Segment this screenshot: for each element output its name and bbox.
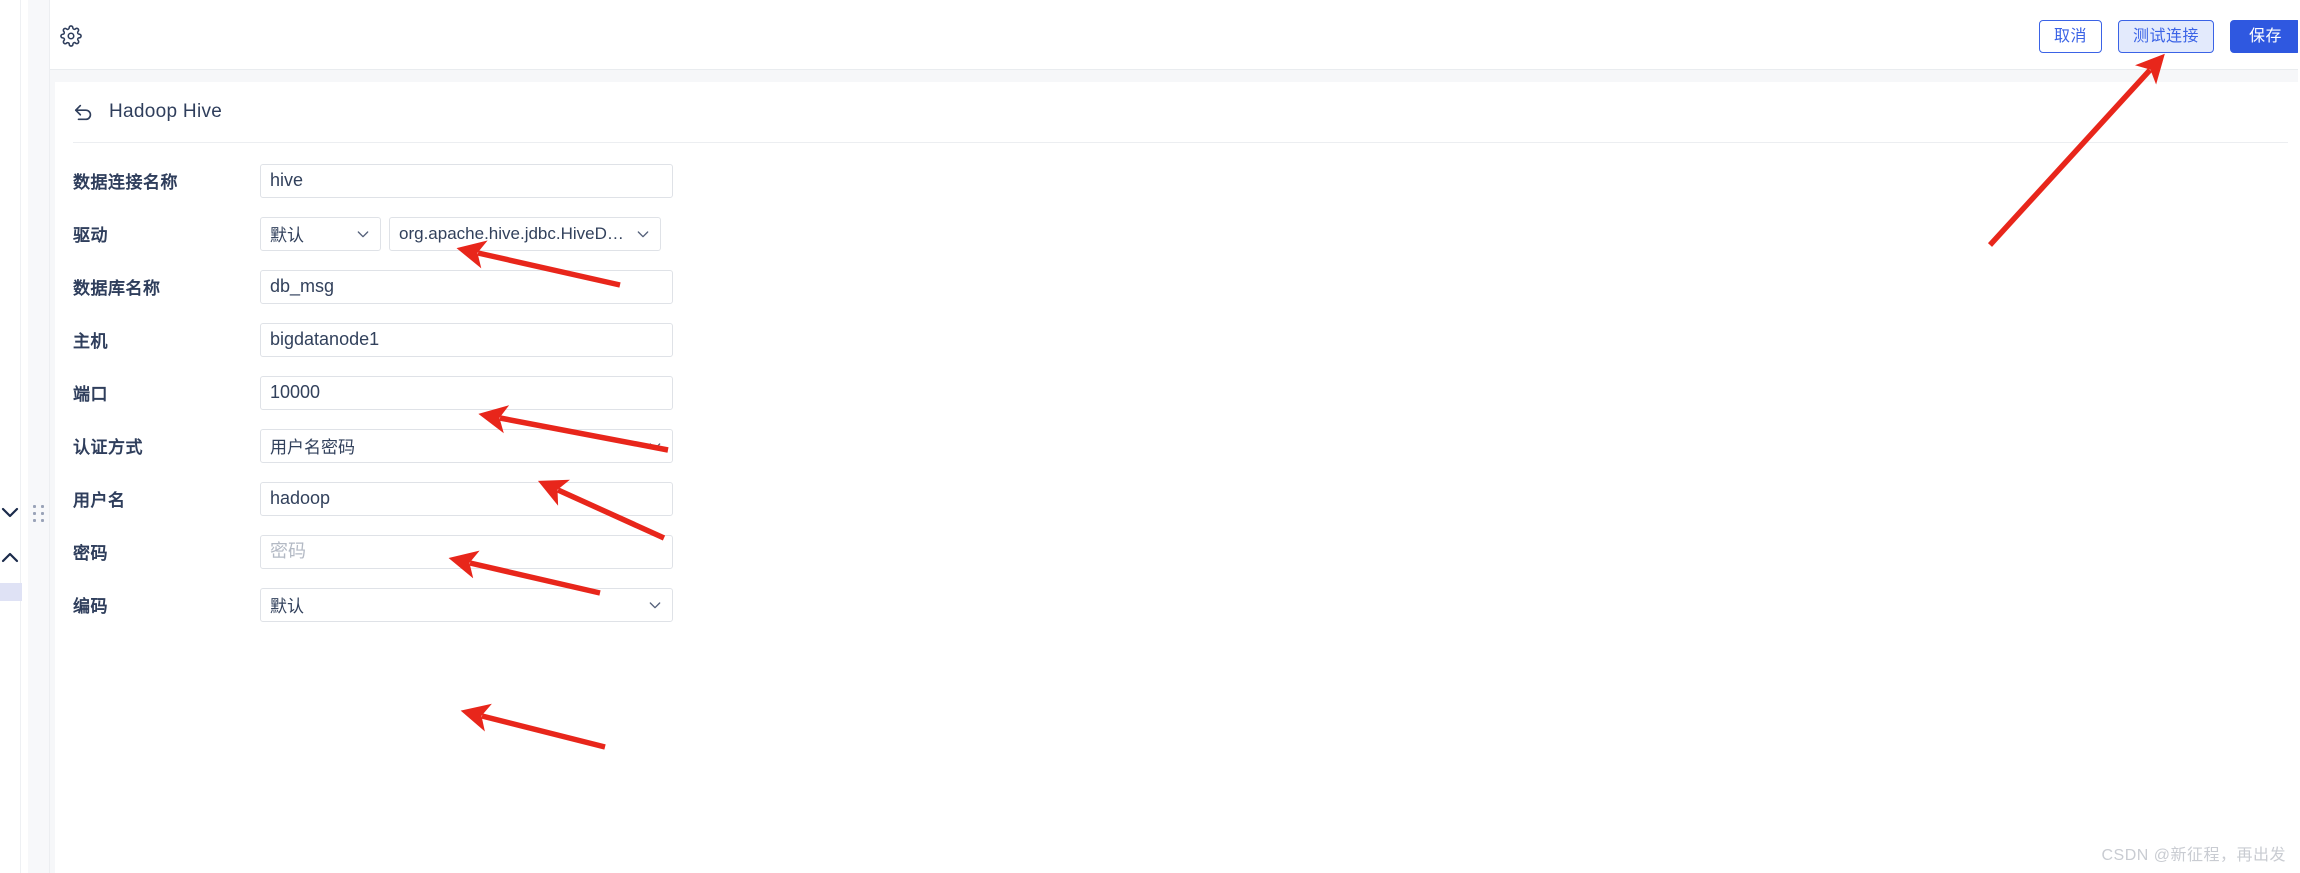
top-toolbar: 取消 测试连接 保存 xyxy=(50,0,2300,70)
driver-mode-select[interactable]: 默认 xyxy=(260,216,381,251)
label-database-name: 数据库名称 xyxy=(73,279,161,298)
datasource-form-card: Hadoop Hive 数据连接名称 驱动 默认 xyxy=(55,82,2300,873)
form-row-password: 密码 xyxy=(55,525,2300,578)
driver-mode-value: 默认 xyxy=(270,226,304,245)
driver-class-select[interactable]: org.apache.hive.jdbc.HiveDri… xyxy=(389,216,661,251)
field-password xyxy=(260,534,673,569)
back-arrow-icon[interactable] xyxy=(73,101,95,123)
field-username xyxy=(260,481,673,516)
database-name-input[interactable] xyxy=(260,269,673,304)
chevron-down-icon[interactable] xyxy=(0,500,22,524)
form-row-connection-name: 数据连接名称 xyxy=(55,154,2300,207)
rail-highlight-swatch xyxy=(0,583,22,601)
auth-mode-select[interactable]: 用户名密码 xyxy=(260,428,673,463)
panel-resize-strip[interactable] xyxy=(28,0,50,873)
label-driver: 驱动 xyxy=(73,226,108,245)
left-rail xyxy=(0,0,22,873)
watermark: CSDN @新征程，再出发 xyxy=(2101,847,2286,864)
cancel-button[interactable]: 取消 xyxy=(2038,20,2102,53)
form-row-host: 主机 xyxy=(55,313,2300,366)
encoding-select[interactable]: 默认 xyxy=(260,587,673,622)
datasource-form: 数据连接名称 驱动 默认 xyxy=(55,154,2300,631)
chevron-up-icon[interactable] xyxy=(0,545,22,569)
gear-icon[interactable] xyxy=(60,25,82,47)
port-input[interactable] xyxy=(260,375,673,410)
password-input[interactable] xyxy=(260,534,673,569)
field-database-name xyxy=(260,269,673,304)
chevron-down-icon xyxy=(355,226,371,242)
host-input[interactable] xyxy=(260,322,673,357)
label-username: 用户名 xyxy=(73,491,126,510)
field-connection-name xyxy=(260,163,673,198)
content-canvas: Hadoop Hive 数据连接名称 驱动 默认 xyxy=(50,70,2300,873)
label-host: 主机 xyxy=(73,332,108,351)
save-button[interactable]: 保存 xyxy=(2229,20,2300,53)
form-row-database-name: 数据库名称 xyxy=(55,260,2300,313)
label-encoding: 编码 xyxy=(73,597,108,616)
username-input[interactable] xyxy=(260,481,673,516)
test-connection-button[interactable]: 测试连接 xyxy=(2117,20,2214,53)
field-encoding: 默认 xyxy=(260,587,673,622)
chevron-down-icon xyxy=(635,226,651,242)
drag-handle-icon[interactable] xyxy=(33,505,45,523)
field-auth-mode: 用户名密码 xyxy=(260,428,673,463)
label-password: 密码 xyxy=(73,544,108,563)
field-host xyxy=(260,322,673,357)
chevron-down-icon xyxy=(647,597,663,613)
form-row-auth-mode: 认证方式 用户名密码 xyxy=(55,419,2300,472)
card-header: Hadoop Hive xyxy=(55,82,2300,142)
chevron-down-icon xyxy=(647,438,663,454)
form-row-port: 端口 xyxy=(55,366,2300,419)
label-connection-name: 数据连接名称 xyxy=(73,173,178,192)
form-row-driver: 驱动 默认 org.apache.hive.jdbc.HiveDri… xyxy=(55,207,2300,260)
field-driver: 默认 org.apache.hive.jdbc.HiveDri… xyxy=(260,216,661,251)
connection-name-input[interactable] xyxy=(260,163,673,198)
driver-class-value: org.apache.hive.jdbc.HiveDri… xyxy=(399,223,625,243)
auth-mode-value: 用户名密码 xyxy=(270,438,355,457)
field-port xyxy=(260,375,673,410)
encoding-value: 默认 xyxy=(270,597,304,616)
form-row-encoding: 编码 默认 xyxy=(55,578,2300,631)
toolbar-actions: 取消 测试连接 保存 xyxy=(2038,20,2300,53)
app-screen: 取消 测试连接 保存 Hadoop Hive 数据连接名称 hive 驱动 默认… xyxy=(0,0,2300,873)
page-title: Hadoop Hive xyxy=(109,101,223,122)
label-auth-mode: 认证方式 xyxy=(73,438,143,457)
header-divider xyxy=(73,142,2288,143)
label-port: 端口 xyxy=(73,385,108,404)
form-row-username: 用户名 xyxy=(55,472,2300,525)
